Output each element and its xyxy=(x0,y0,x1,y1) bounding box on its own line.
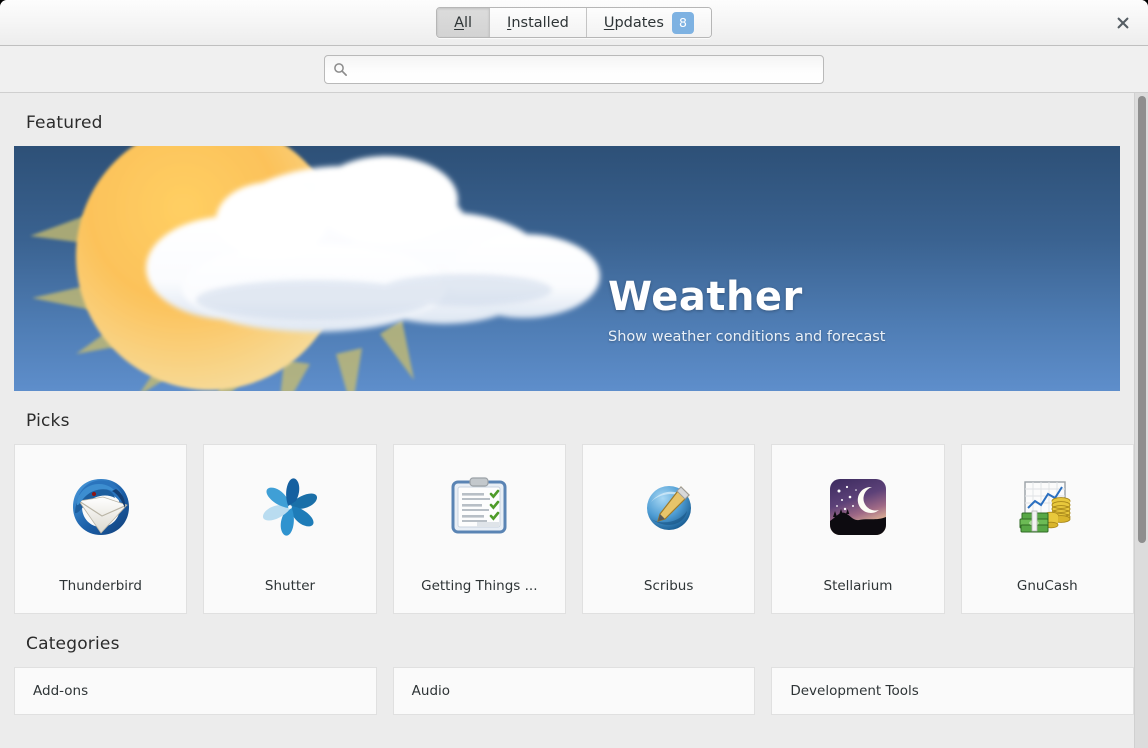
tab-installed[interactable]: Installed xyxy=(490,8,587,37)
categories-grid: Add-ons Audio Development Tools xyxy=(14,667,1134,715)
view-tabs: All Installed Updates 8 xyxy=(436,7,712,38)
scrollbar-thumb[interactable] xyxy=(1138,96,1146,543)
tab-all[interactable]: All xyxy=(437,8,490,37)
updates-count-badge: 8 xyxy=(672,12,694,34)
featured-banner[interactable]: Weather Show weather conditions and fore… xyxy=(14,146,1120,391)
category-card-addons[interactable]: Add-ons xyxy=(14,667,377,715)
pick-name: Thunderbird xyxy=(59,578,142,594)
pick-card-getting-things[interactable]: Getting Things ... xyxy=(393,444,566,614)
close-icon xyxy=(1117,17,1129,29)
featured-section-title: Featured xyxy=(14,93,1134,146)
pick-name: Getting Things ... xyxy=(421,578,537,594)
pick-name: Stellarium xyxy=(824,578,893,594)
picks-grid: Thunderbird xyxy=(14,444,1134,614)
close-window-button[interactable] xyxy=(1108,8,1138,38)
picks-section-title: Picks xyxy=(14,391,1134,444)
tab-updates[interactable]: Updates 8 xyxy=(587,8,711,37)
search-icon xyxy=(333,62,348,77)
header-bar: All Installed Updates 8 xyxy=(0,0,1148,46)
featured-app-name: Weather xyxy=(608,274,886,320)
pick-name: Shutter xyxy=(265,578,315,594)
search-bar xyxy=(0,46,1148,93)
pick-card-thunderbird[interactable]: Thunderbird xyxy=(14,444,187,614)
pick-card-scribus[interactable]: Scribus xyxy=(582,444,755,614)
thunderbird-icon xyxy=(69,475,133,539)
search-input[interactable] xyxy=(355,61,815,77)
clipboard-checklist-icon xyxy=(447,475,511,539)
shutter-aperture-icon xyxy=(258,475,322,539)
category-card-development-tools[interactable]: Development Tools xyxy=(771,667,1134,715)
categories-section-title: Categories xyxy=(14,614,1134,667)
tab-all-label: All xyxy=(454,15,472,31)
chart-money-icon xyxy=(1015,475,1079,539)
search-entry[interactable] xyxy=(324,55,824,84)
night-sky-moon-icon xyxy=(826,475,890,539)
tab-installed-label: Installed xyxy=(507,15,569,31)
category-card-audio[interactable]: Audio xyxy=(393,667,756,715)
featured-tagline: Show weather conditions and forecast xyxy=(608,329,886,345)
pick-name: Scribus xyxy=(644,578,693,594)
tab-updates-label: Updates xyxy=(604,15,664,31)
sun-behind-cloud-icon xyxy=(14,146,614,391)
featured-text: Weather Show weather conditions and fore… xyxy=(608,274,886,345)
pick-card-stellarium[interactable]: Stellarium xyxy=(771,444,944,614)
scribus-sphere-pencil-icon xyxy=(637,475,701,539)
pick-card-shutter[interactable]: Shutter xyxy=(203,444,376,614)
vertical-scrollbar[interactable] xyxy=(1134,93,1148,748)
pick-card-gnucash[interactable]: GnuCash xyxy=(961,444,1134,614)
pick-name: GnuCash xyxy=(1017,578,1078,594)
content-scroll-area: Featured xyxy=(0,93,1148,748)
software-center-window: All Installed Updates 8 xyxy=(0,0,1148,748)
